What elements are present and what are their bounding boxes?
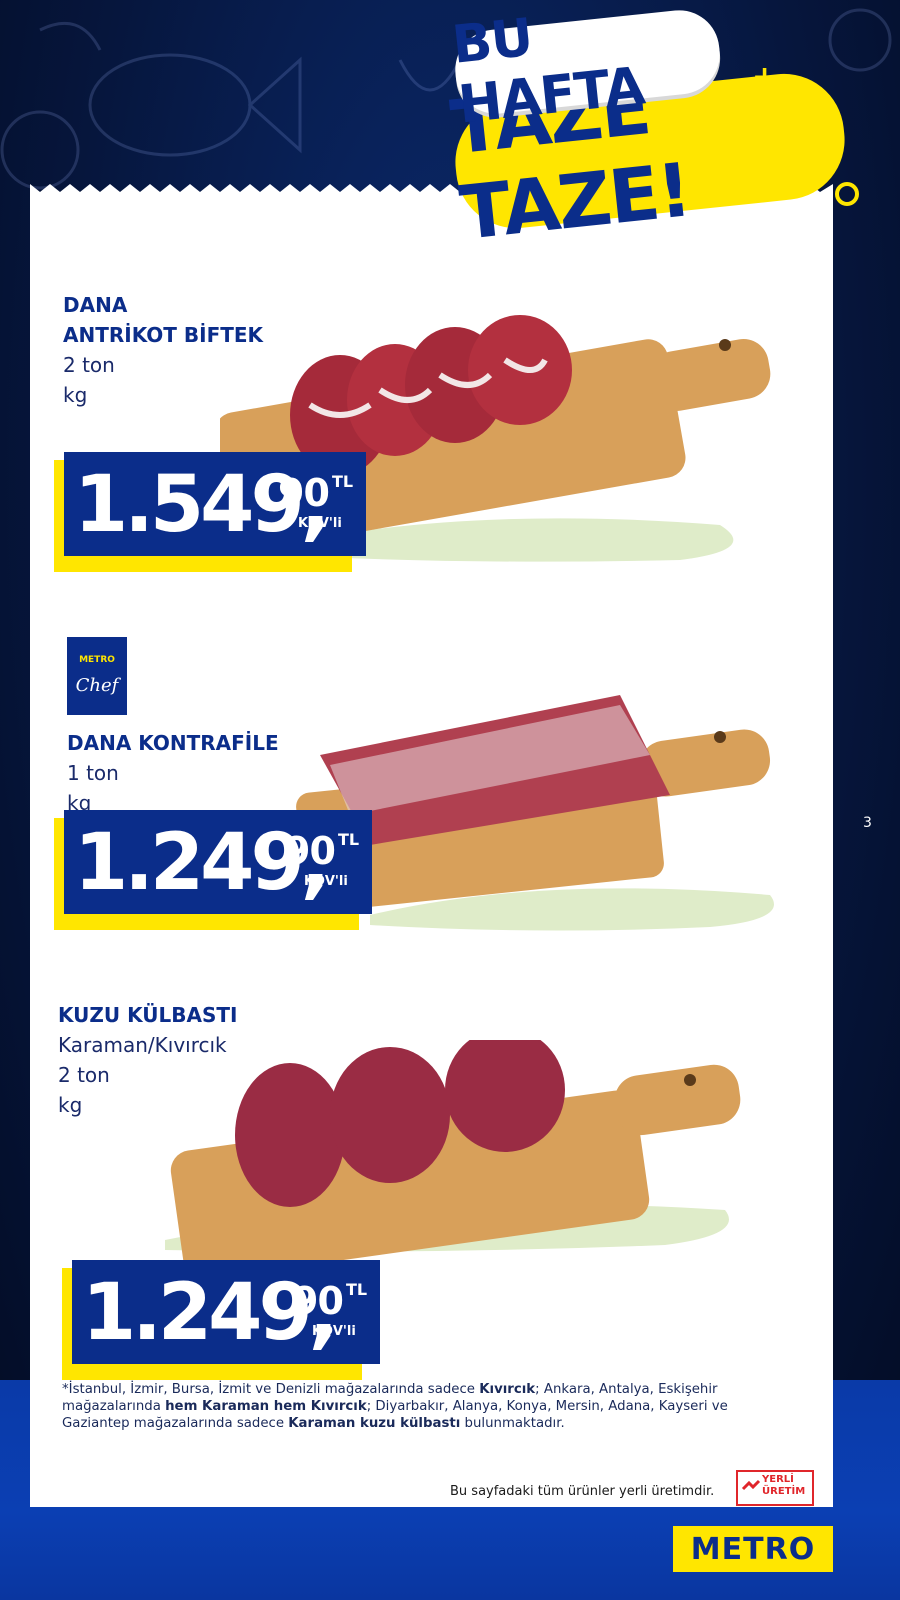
product3-name: KUZU KÜLBASTI (58, 1003, 238, 1027)
product3-tax-note: KDV'li (312, 1324, 356, 1339)
product2-desc-line1: 1 ton (67, 761, 119, 785)
footnote-bold2: hem Karaman hem Kıvırcık (165, 1399, 367, 1414)
product2-currency: TL (338, 830, 360, 849)
fruit-icon (0, 110, 80, 190)
ring-icon (835, 182, 859, 206)
product2-name: DANA KONTRAFİLE (67, 731, 279, 755)
product2-tax-note: KDV'li (304, 874, 348, 889)
product2-desc: 1 ton kg (67, 758, 119, 818)
local-production-note: Bu sayfadaki tüm ürünler yerli üretimdir… (450, 1484, 715, 1499)
fish-icon (88, 53, 252, 157)
product3-price-cents: 90 (292, 1279, 344, 1323)
product1-desc-line2: kg (63, 383, 88, 407)
metro-chef-logo: METRO Chef (67, 637, 127, 715)
footnote-bold1: Kıvırcık (479, 1382, 536, 1397)
availability-footnote: *İstanbul, İzmir, Bursa, İzmit ve Denizl… (62, 1381, 782, 1432)
headline-badge-top: BU HAFTA (449, 6, 724, 136)
product1-currency: TL (332, 472, 354, 491)
metro-chef-sub: Chef (75, 675, 119, 696)
product1-price-cents: 90 (278, 471, 330, 515)
product3-currency: TL (346, 1280, 368, 1299)
handshake-icon (741, 1479, 761, 1491)
footnote-part4: bulunmaktadır. (460, 1416, 565, 1431)
product2-price-cents: 90 (284, 829, 336, 873)
page-number: 3 (863, 815, 872, 831)
leaf-icon (39, 21, 102, 51)
metro-logo: METRO (673, 1526, 833, 1572)
local-badge-line1: YERLİ (762, 1474, 794, 1485)
product1-tax-note: KDV'li (298, 516, 342, 531)
footnote-part1: *İstanbul, İzmir, Bursa, İzmit ve Denizl… (62, 1382, 480, 1397)
local-production-badge: YERLİ ÜRETİM (736, 1470, 814, 1506)
vegetable-icon (828, 8, 892, 72)
plus-icon: + (752, 60, 778, 95)
product3-image-lamb-cutlets (165, 1040, 741, 1280)
fish-tail-icon (247, 56, 302, 154)
product1-desc: 2 ton kg (63, 350, 115, 410)
metro-chef-brand: METRO (79, 655, 115, 665)
product1-desc-line1: 2 ton (63, 353, 115, 377)
local-badge-line2: ÜRETİM (762, 1486, 806, 1497)
footnote-bold3: Karaman kuzu külbastı (288, 1416, 461, 1431)
metro-logo-text: METRO (690, 1531, 816, 1567)
